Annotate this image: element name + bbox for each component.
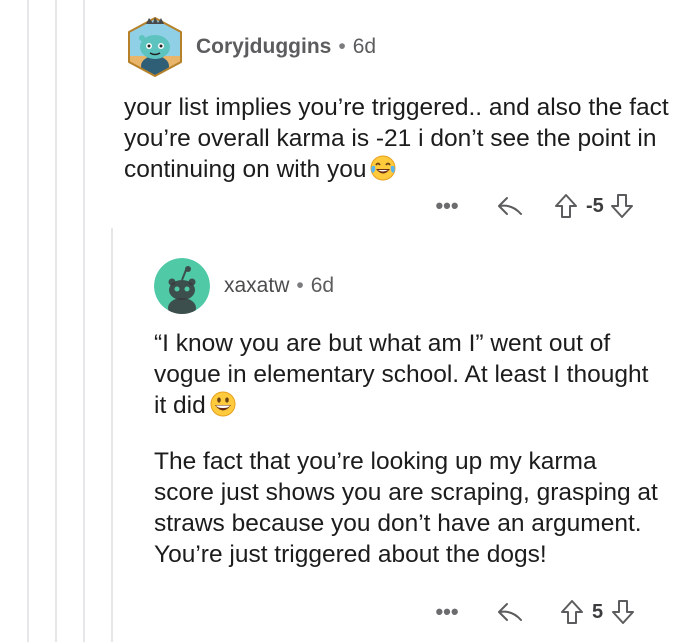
thread-line-3 [83, 0, 85, 642]
upvote-arrow-icon [561, 600, 583, 624]
default-snoo-avatar-icon[interactable] [154, 258, 210, 314]
thread-line-4 [111, 228, 113, 642]
upvote-button[interactable] [560, 599, 584, 625]
downvote-button[interactable] [611, 599, 635, 625]
comment-author[interactable]: Coryjduggins [196, 35, 331, 59]
comment-author[interactable]: xaxatw [224, 274, 289, 298]
reply-button[interactable] [496, 194, 524, 218]
upvote-button[interactable] [554, 193, 578, 219]
comment-xaxatw: xaxatw • 6d “I know you are but what am … [154, 258, 684, 570]
grinning-face-emoji [209, 390, 237, 426]
meta-separator: • [338, 35, 346, 58]
thread-line-1 [27, 0, 29, 642]
more-options-button[interactable]: ••• [432, 193, 462, 219]
comment-actions: ••• -5 [432, 193, 634, 219]
reply-icon [498, 197, 522, 215]
vote-score: -5 [586, 194, 604, 217]
tears-of-joy-emoji [369, 154, 397, 190]
comment-actions: ••• 5 [432, 599, 635, 625]
thread-line-2 [55, 0, 57, 642]
snoo-avatar-icon[interactable] [124, 16, 186, 78]
reply-icon [498, 603, 522, 621]
upvote-arrow-icon [555, 194, 577, 218]
comment-age: 6d [352, 35, 377, 58]
downvote-arrow-icon [612, 600, 635, 624]
downvote-arrow-icon [610, 194, 633, 218]
comment-body-paragraph-1: “I know you are but what am I” went out … [154, 328, 659, 426]
more-options-button[interactable]: ••• [432, 599, 462, 625]
downvote-button[interactable] [610, 193, 634, 219]
comment-body: your list implies you’re triggered.. and… [124, 92, 669, 190]
comment-header: Coryjduggins • 6d [124, 16, 684, 78]
reply-button[interactable] [496, 600, 524, 624]
meta-separator: • [296, 274, 304, 297]
comment-age: 6d [310, 274, 335, 297]
comment-header: xaxatw • 6d [154, 258, 684, 314]
vote-score: 5 [592, 600, 604, 623]
comment-body-paragraph-2: The fact that you’re looking up my karma… [154, 448, 658, 568]
comment-coryjduggins: Coryjduggins • 6d your list implies you’… [124, 16, 684, 190]
